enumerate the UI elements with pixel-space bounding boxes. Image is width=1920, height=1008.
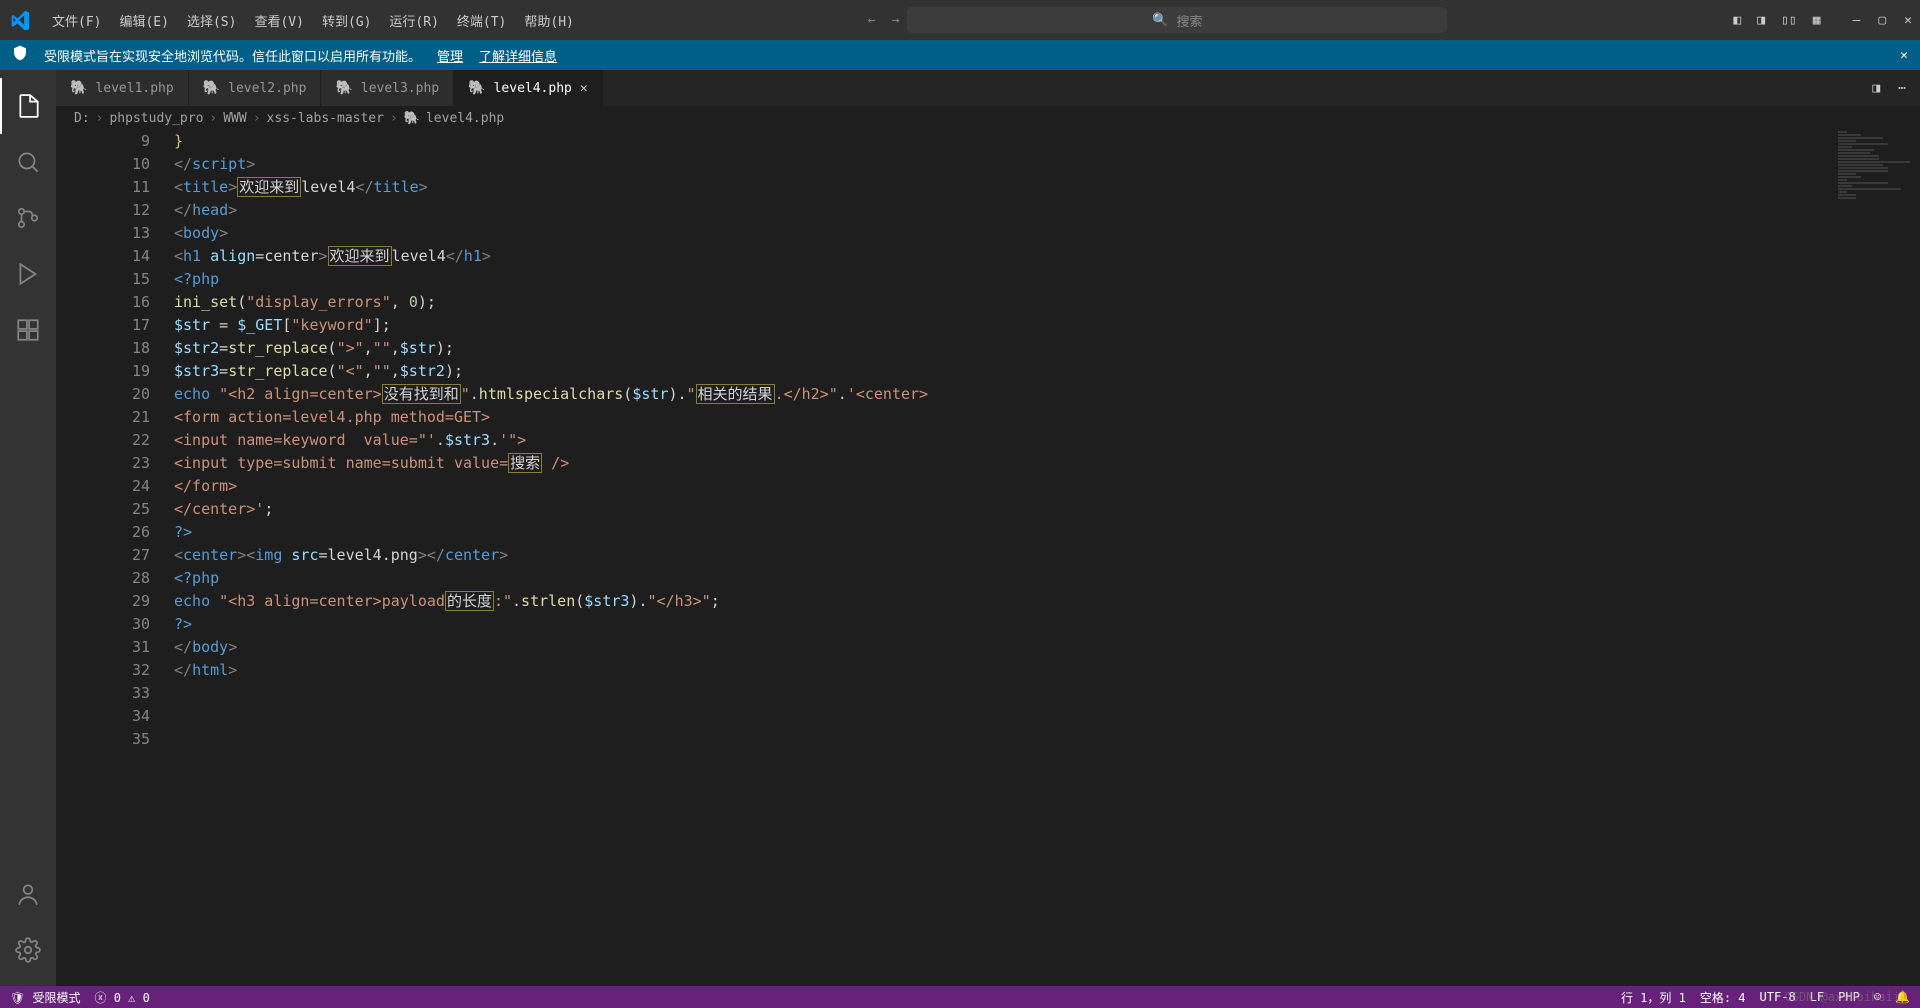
php-file-icon: 🐘 [335, 80, 352, 96]
menu-edit[interactable]: 编辑(E) [111, 7, 176, 34]
banner-message: 受限模式旨在实现安全地浏览代码。信任此窗口以启用所有功能。 [44, 46, 421, 65]
close-tab-icon[interactable]: ✕ [580, 81, 588, 96]
watermark: CSDN @axihaihaii [1784, 990, 1900, 1004]
toggle-panel-icon[interactable]: ◨ [1757, 13, 1765, 28]
maximize-icon[interactable]: ▢ [1878, 13, 1886, 28]
menu-run[interactable]: 运行(R) [381, 7, 446, 34]
banner-learnmore-link[interactable]: 了解详细信息 [479, 46, 557, 65]
php-file-icon: 🐘 [404, 111, 420, 126]
tab-level4[interactable]: 🐘level4.php✕ [454, 70, 603, 106]
split-editor-icon[interactable]: ◨ [1872, 81, 1880, 96]
nav-forward-icon[interactable]: → [892, 13, 900, 28]
more-actions-icon[interactable]: ⋯ [1898, 81, 1906, 96]
banner-close-icon[interactable]: ✕ [1900, 48, 1908, 63]
breadcrumb[interactable]: D:› phpstudy_pro› WWW› xss-labs-master› … [56, 106, 1920, 130]
menu-help[interactable]: 帮助(H) [516, 7, 581, 34]
status-bar: 🛡 受限模式 ⓧ 0 ⚠ 0 行 1，列 1 空格: 4 UTF-8 LF PH… [0, 986, 1920, 1008]
nav-back-icon[interactable]: ← [868, 13, 876, 28]
search-placeholder: 搜索 [1177, 11, 1203, 30]
tab-level3[interactable]: 🐘level3.php [321, 70, 454, 106]
indent-status[interactable]: 空格: 4 [1700, 989, 1746, 1006]
activity-bar [0, 70, 56, 986]
activity-explorer-icon[interactable] [0, 78, 56, 134]
menu-selection[interactable]: 选择(S) [179, 7, 244, 34]
restricted-mode-status[interactable]: 🛡 受限模式 [10, 989, 80, 1006]
menu-terminal[interactable]: 终端(T) [449, 7, 514, 34]
activity-search-icon[interactable] [0, 134, 56, 190]
customize-layout-icon[interactable]: ▦ [1813, 13, 1821, 28]
main-menu: 文件(F) 编辑(E) 选择(S) 查看(V) 转到(G) 运行(R) 终端(T… [44, 7, 582, 34]
command-center-search[interactable]: 🔍 搜索 [907, 7, 1447, 33]
minimize-icon[interactable]: — [1853, 13, 1861, 28]
php-file-icon: 🐘 [203, 80, 220, 96]
code-editor[interactable]: 9101112131415161718192021222324252627282… [56, 130, 1920, 986]
menu-go[interactable]: 转到(G) [314, 7, 379, 34]
code-body[interactable]: }</script><title>欢迎来到level4</title></hea… [174, 130, 1920, 986]
toggle-secondary-sidebar-icon[interactable]: ▯▯ [1781, 13, 1797, 28]
banner-manage-link[interactable]: 管理 [437, 46, 463, 65]
activity-settings-icon[interactable] [0, 922, 56, 978]
php-file-icon: 🐘 [70, 80, 87, 96]
restricted-mode-banner: 受限模式旨在实现安全地浏览代码。信任此窗口以启用所有功能。 管理 了解详细信息 … [0, 40, 1920, 70]
cursor-position-status[interactable]: 行 1，列 1 [1621, 989, 1686, 1006]
shield-icon [12, 45, 28, 65]
title-bar: 文件(F) 编辑(E) 选择(S) 查看(V) 转到(G) 运行(R) 终端(T… [0, 0, 1920, 40]
activity-run-debug-icon[interactable] [0, 246, 56, 302]
menu-view[interactable]: 查看(V) [246, 7, 311, 34]
vscode-logo-icon [8, 8, 32, 32]
minimap[interactable] [1830, 130, 1920, 370]
php-file-icon: 🐘 [468, 80, 485, 96]
search-icon: 🔍 [1152, 13, 1168, 28]
editor-tabs: 🐘level1.php 🐘level2.php 🐘level3.php 🐘lev… [56, 70, 1920, 106]
problems-status[interactable]: ⓧ 0 ⚠ 0 [94, 989, 149, 1006]
activity-source-control-icon[interactable] [0, 190, 56, 246]
activity-extensions-icon[interactable] [0, 302, 56, 358]
tab-level2[interactable]: 🐘level2.php [189, 70, 322, 106]
toggle-primary-sidebar-icon[interactable]: ◧ [1733, 13, 1741, 28]
activity-accounts-icon[interactable] [0, 866, 56, 922]
line-numbers: 9101112131415161718192021222324252627282… [56, 130, 174, 986]
close-window-icon[interactable]: ✕ [1904, 13, 1912, 28]
tab-level1[interactable]: 🐘level1.php [56, 70, 189, 106]
menu-file[interactable]: 文件(F) [44, 7, 109, 34]
